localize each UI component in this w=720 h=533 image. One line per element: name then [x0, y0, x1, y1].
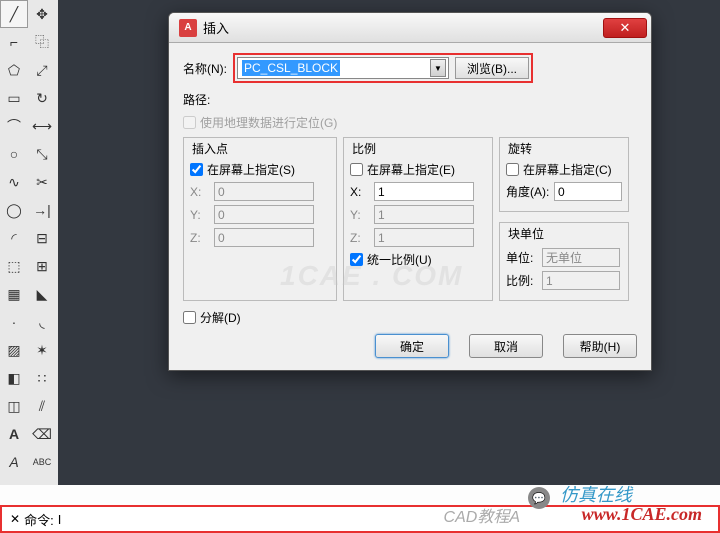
- scale-x-input[interactable]: [374, 182, 474, 201]
- geo-checkbox: [183, 116, 196, 129]
- explode-icon[interactable]: ✶: [28, 336, 56, 364]
- scale-x-label: X:: [350, 185, 374, 199]
- dialog-title: 插入: [203, 18, 603, 37]
- gradient-icon[interactable]: ◧: [0, 364, 28, 392]
- close-button[interactable]: ✕: [603, 18, 647, 38]
- name-value: PC_CSL_BLOCK: [242, 60, 340, 76]
- insert-y-input: [214, 205, 314, 224]
- arc-icon[interactable]: ⌒: [0, 112, 28, 140]
- spline-icon[interactable]: ∿: [0, 168, 28, 196]
- line-icon[interactable]: ╱: [0, 0, 28, 28]
- angle-label: 角度(A):: [506, 183, 554, 200]
- extend-icon[interactable]: →|: [28, 196, 56, 224]
- region-icon[interactable]: ◫: [0, 392, 28, 420]
- units-title: 块单位: [506, 225, 546, 242]
- name-select[interactable]: PC_CSL_BLOCK ▼: [237, 57, 449, 79]
- command-label: 命令:: [24, 510, 54, 529]
- insert-z-label: Z:: [190, 231, 214, 245]
- scale-y-label: Y:: [350, 208, 374, 222]
- left-toolbar: ╱ ⌐ ⬠ ▭ ⌒ ○ ∿ ◯ ◜ ⬚ ▦ · ▨ ◧ ◫ A A ✥ ⿻: [0, 0, 58, 488]
- scale-onscreen-checkbox[interactable]: [350, 163, 363, 176]
- insert-onscreen-label: 在屏幕上指定(S): [207, 161, 295, 178]
- insert-icon[interactable]: ⬚: [0, 252, 28, 280]
- chevron-down-icon[interactable]: ▼: [430, 59, 446, 77]
- app-icon: A: [179, 19, 197, 37]
- polygon-icon[interactable]: ⬠: [0, 56, 28, 84]
- group-scale: 比例 在屏幕上指定(E) X: Y: Z: 统一比例(U): [343, 137, 493, 301]
- rotate-title: 旋转: [506, 140, 534, 157]
- uniform-scale-checkbox[interactable]: [350, 253, 363, 266]
- trim-icon[interactable]: ✂: [28, 168, 56, 196]
- pline-icon[interactable]: ⌐: [0, 28, 28, 56]
- rotate-onscreen-checkbox[interactable]: [506, 163, 519, 176]
- block-icon[interactable]: ▦: [0, 280, 28, 308]
- offset-icon[interactable]: ⫽: [28, 392, 56, 420]
- break-icon[interactable]: ⊟: [28, 224, 56, 252]
- geo-label: 使用地理数据进行定位(G): [200, 114, 337, 131]
- cancel-button[interactable]: 取消: [469, 334, 543, 358]
- browse-button[interactable]: 浏览(B)...: [455, 57, 529, 79]
- text-icon[interactable]: A: [0, 420, 28, 448]
- ok-button[interactable]: 确定: [375, 334, 449, 358]
- ratio-label: 比例:: [506, 272, 542, 289]
- insert-onscreen-checkbox[interactable]: [190, 163, 203, 176]
- point-icon[interactable]: ·: [0, 308, 28, 336]
- fillet-icon[interactable]: ◟: [28, 308, 56, 336]
- erase-icon[interactable]: ⌫: [28, 420, 56, 448]
- command-icon: ✕: [10, 512, 20, 526]
- scale-title: 比例: [350, 140, 378, 157]
- scale-y-input: [374, 205, 474, 224]
- copy-icon[interactable]: ⿻: [28, 28, 56, 56]
- ratio-input: [542, 271, 620, 290]
- array-icon[interactable]: ∷: [28, 364, 56, 392]
- insert-dialog: A 插入 ✕ 名称(N): PC_CSL_BLOCK ▼ 浏览(B)... 路径…: [168, 12, 652, 371]
- uniform-scale-label: 统一比例(U): [367, 251, 432, 268]
- rectangle-icon[interactable]: ▭: [0, 84, 28, 112]
- command-bar[interactable]: ✕ 命令:: [0, 505, 720, 533]
- circle-icon[interactable]: ○: [0, 140, 28, 168]
- decompose-checkbox[interactable]: [183, 311, 196, 324]
- path-label: 路径:: [183, 91, 637, 108]
- help-button[interactable]: 帮助(H): [563, 334, 637, 358]
- command-input[interactable]: [58, 512, 98, 527]
- name-label: 名称(N):: [183, 60, 227, 77]
- dialog-titlebar[interactable]: A 插入 ✕: [169, 13, 651, 43]
- ellipse-arc-icon[interactable]: ◜: [0, 224, 28, 252]
- join-icon[interactable]: ⊞: [28, 252, 56, 280]
- unit-input: [542, 248, 620, 267]
- angle-input[interactable]: [554, 182, 622, 201]
- mtext-icon[interactable]: A: [0, 448, 28, 476]
- rotate-onscreen-label: 在屏幕上指定(C): [523, 161, 612, 178]
- group-insert-point: 插入点 在屏幕上指定(S) X: Y: Z:: [183, 137, 337, 301]
- insert-x-label: X:: [190, 185, 214, 199]
- ellipse-icon[interactable]: ◯: [0, 196, 28, 224]
- workspace: ╱ ⌐ ⬠ ▭ ⌒ ○ ∿ ◯ ◜ ⬚ ▦ · ▨ ◧ ◫ A A ✥ ⿻: [0, 0, 720, 533]
- unit-label: 单位:: [506, 249, 542, 266]
- insert-z-input: [214, 228, 314, 247]
- scale-icon[interactable]: ⤡: [28, 140, 56, 168]
- chamfer-icon[interactable]: ◣: [28, 280, 56, 308]
- abc-icon[interactable]: ABC: [28, 448, 56, 476]
- move-icon[interactable]: ✥: [28, 0, 56, 28]
- scale-z-label: Z:: [350, 231, 374, 245]
- group-block-units: 块单位 单位: 比例:: [499, 222, 629, 301]
- hatch-icon[interactable]: ▨: [0, 336, 28, 364]
- scale-onscreen-label: 在屏幕上指定(E): [367, 161, 455, 178]
- stretch-icon[interactable]: ⤢: [28, 56, 56, 84]
- scale-z-input: [374, 228, 474, 247]
- insert-y-label: Y:: [190, 208, 214, 222]
- insert-title: 插入点: [190, 140, 230, 157]
- group-rotate: 旋转 在屏幕上指定(C) 角度(A):: [499, 137, 629, 212]
- insert-x-input: [214, 182, 314, 201]
- decompose-label: 分解(D): [200, 309, 241, 326]
- name-area-highlight: PC_CSL_BLOCK ▼ 浏览(B)...: [233, 53, 533, 83]
- rotate-icon[interactable]: ↻: [28, 84, 56, 112]
- mirror-icon[interactable]: ⟷: [28, 112, 56, 140]
